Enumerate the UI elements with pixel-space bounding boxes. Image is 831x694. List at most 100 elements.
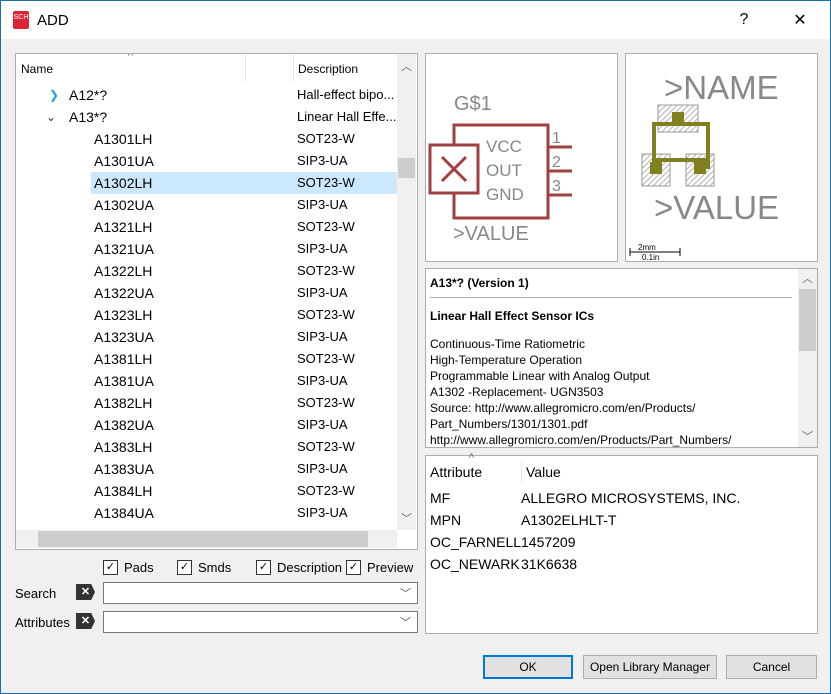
- scroll-down-icon[interactable]: ﹀: [798, 429, 817, 445]
- scroll-down-icon[interactable]: ﹀: [397, 510, 416, 526]
- title-bar: SCH ADD ? ✕: [1, 1, 830, 39]
- attribute-row[interactable]: MPN A1302ELHLT-T: [430, 509, 616, 531]
- tree-row[interactable]: A1321UA SIP3-UA: [16, 238, 397, 260]
- scroll-thumb[interactable]: [398, 158, 415, 178]
- pin-out: OUT: [486, 161, 522, 180]
- attribute-row[interactable]: MF ALLEGRO MICROSYSTEMS, INC.: [430, 487, 740, 509]
- attribute-name: MF: [430, 490, 451, 506]
- clear-attributes-icon[interactable]: ✕: [76, 613, 95, 629]
- description-title: A13*? (Version 1): [430, 275, 792, 298]
- chevron-down-icon[interactable]: ﹀: [400, 614, 411, 630]
- row-name: A12*?: [69, 87, 108, 103]
- description-scrollbar[interactable]: ︿ ﹀: [798, 269, 817, 447]
- row-name: A1383LH: [94, 439, 153, 455]
- check-icon: ✓: [103, 560, 118, 575]
- preview-label: Preview: [367, 560, 414, 575]
- tree-row[interactable]: A1383UA SIP3-UA: [16, 458, 397, 480]
- preview-checkbox[interactable]: ✓ Preview: [346, 560, 413, 575]
- attribute-name: OC_NEWARK: [430, 556, 520, 572]
- tree-row[interactable]: A1302LH SOT23-W: [16, 172, 397, 194]
- row-description: Linear Hall Effe...: [297, 109, 397, 124]
- tree-row[interactable]: ❯ A12*? Hall-effect bipo...: [16, 84, 397, 106]
- row-name: A1321LH: [94, 219, 153, 235]
- tree-row[interactable]: A1301LH SOT23-W: [16, 128, 397, 150]
- clear-search-icon[interactable]: ✕: [76, 584, 95, 600]
- chevron-down-icon[interactable]: ﹀: [400, 585, 411, 601]
- chevron-right-icon[interactable]: ❯: [49, 84, 59, 106]
- row-name: A1384UA: [94, 505, 154, 521]
- row-name: A1302LH: [94, 175, 153, 191]
- column-value[interactable]: Value: [521, 461, 561, 483]
- attribute-row[interactable]: OC_FARNELL 1457209: [430, 531, 576, 553]
- library-tree[interactable]: ^ Name Description ❯ A12*? Hall-effect bip…: [15, 53, 418, 550]
- tree-row[interactable]: A1321LH SOT23-W: [16, 216, 397, 238]
- column-name[interactable]: Name: [21, 62, 53, 76]
- attribute-value: A1302ELHLT-T: [521, 512, 617, 528]
- open-library-manager-button[interactable]: Open Library Manager: [583, 655, 717, 679]
- description-line: Programmable Linear with Analog Output: [430, 369, 650, 383]
- column-separator: [293, 54, 294, 82]
- scroll-up-icon[interactable]: ︿: [798, 271, 817, 287]
- pads-checkbox[interactable]: ✓ Pads: [103, 560, 154, 575]
- scroll-up-icon[interactable]: ︿: [397, 58, 416, 74]
- attribute-row[interactable]: OC_NEWARK 31K6638: [430, 553, 577, 575]
- tree-row[interactable]: A1381UA SIP3-UA: [16, 370, 397, 392]
- row-description: SIP3-UA: [297, 153, 348, 168]
- window-title: ADD: [37, 11, 69, 29]
- column-separator: [245, 54, 246, 82]
- package-name: >NAME: [664, 69, 779, 106]
- ok-button[interactable]: OK: [483, 655, 573, 679]
- tree-row[interactable]: A1382UA SIP3-UA: [16, 414, 397, 436]
- tree-row[interactable]: A1302UA SIP3-UA: [16, 194, 397, 216]
- close-button[interactable]: ✕: [777, 1, 823, 39]
- attribute-name: OC_FARNELL: [430, 534, 522, 550]
- vertical-scrollbar[interactable]: ︿ ﹀: [397, 54, 416, 530]
- tree-row[interactable]: A1382LH SOT23-W: [16, 392, 397, 414]
- package-preview: >NAME >VALUE 2mm 0.1in: [625, 53, 818, 262]
- row-description: SOT23-W: [297, 263, 355, 278]
- check-icon: ✓: [256, 560, 271, 575]
- package-value: >VALUE: [654, 189, 779, 226]
- tree-row[interactable]: A1323UA SIP3-UA: [16, 326, 397, 348]
- horizontal-scrollbar[interactable]: [16, 530, 397, 548]
- row-name: A1384LH: [94, 483, 153, 499]
- row-description: SOT23-W: [297, 131, 355, 146]
- row-name: A1323UA: [94, 329, 154, 345]
- hscroll-thumb[interactable]: [38, 531, 368, 547]
- column-attribute[interactable]: Attribute: [430, 464, 482, 480]
- tree-row[interactable]: A1381LH SOT23-W: [16, 348, 397, 370]
- help-button[interactable]: ?: [721, 1, 767, 39]
- row-description: SOT23-W: [297, 483, 355, 498]
- pads-label: Pads: [124, 560, 154, 575]
- row-description: SIP3-UA: [297, 461, 348, 476]
- row-description: SOT23-W: [297, 395, 355, 410]
- cancel-button[interactable]: Cancel: [726, 655, 817, 679]
- attributes-input[interactable]: ﹀: [103, 611, 418, 633]
- tree-row[interactable]: ⌄ A13*? Linear Hall Effe...: [16, 106, 397, 128]
- row-description: SIP3-UA: [297, 417, 348, 432]
- smds-checkbox[interactable]: ✓ Smds: [177, 560, 231, 575]
- tree-row[interactable]: A1322LH SOT23-W: [16, 260, 397, 282]
- description-checkbox[interactable]: ✓ Description: [256, 560, 342, 575]
- tree-row[interactable]: A1384LH SOT23-W: [16, 480, 397, 502]
- tree-row[interactable]: A1383LH SOT23-W: [16, 436, 397, 458]
- attributes-table: ^ Attribute Value MF ALLEGRO MICROSYSTEMS…: [425, 452, 818, 634]
- row-name: A1301UA: [94, 153, 154, 169]
- tree-row[interactable]: A1301UA SIP3-UA: [16, 150, 397, 172]
- description-line: High-Temperature Operation: [430, 353, 583, 367]
- tree-row[interactable]: A1384UA SIP3-UA: [16, 502, 397, 524]
- row-description: SIP3-UA: [297, 241, 348, 256]
- row-description: SOT23-W: [297, 439, 355, 454]
- search-input[interactable]: ﹀: [103, 582, 418, 604]
- tree-row[interactable]: A1323LH SOT23-W: [16, 304, 397, 326]
- schematic-preview: G$1 VCC OUT GND 1 2 3 >VALUE: [425, 53, 618, 262]
- pin-number-3: 3: [552, 178, 561, 195]
- row-name: A1381LH: [94, 351, 153, 367]
- column-description[interactable]: Description: [298, 62, 358, 76]
- scroll-thumb[interactable]: [799, 289, 816, 351]
- tree-row[interactable]: A1322UA SIP3-UA: [16, 282, 397, 304]
- pin-gnd: GND: [486, 185, 524, 204]
- chevron-down-icon[interactable]: ⌄: [46, 106, 56, 128]
- row-name: A1322UA: [94, 285, 154, 301]
- search-label: Search: [15, 586, 57, 601]
